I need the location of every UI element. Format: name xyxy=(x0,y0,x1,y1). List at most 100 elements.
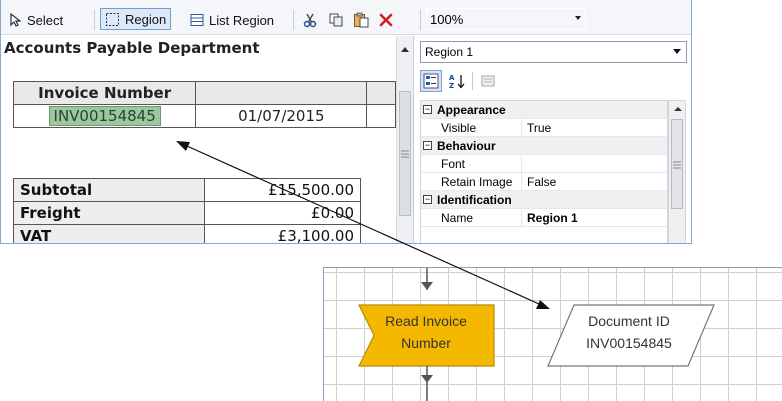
select-label: Select xyxy=(27,12,64,28)
invoice-date-cell: 01/07/2015 xyxy=(195,104,368,128)
region-label: Region xyxy=(125,11,167,27)
property-key: Retain Image xyxy=(421,173,522,190)
property-row-font[interactable]: Font xyxy=(421,155,667,173)
svg-text:A: A xyxy=(449,74,455,82)
categorized-view-button[interactable] xyxy=(420,70,442,92)
svg-text:Z: Z xyxy=(449,82,454,89)
cut-button[interactable] xyxy=(302,9,318,31)
property-value[interactable]: Region 1 xyxy=(522,211,578,225)
read-stage-label: Read Invoice Number xyxy=(366,310,486,354)
arrow-down-icon xyxy=(421,282,433,290)
property-key: Visible xyxy=(421,119,522,136)
table-row: Freight £0.00 xyxy=(13,201,361,225)
property-value[interactable]: True xyxy=(522,121,551,135)
grip-icon xyxy=(673,161,681,169)
region-icon xyxy=(106,12,119,26)
invoice-number-cell: INV00154845 xyxy=(12,104,197,128)
selected-object-label: Region 1 xyxy=(425,45,474,59)
region-editor-window: Select Region List Region 100% Accounts … xyxy=(0,0,692,244)
totals-label: Subtotal xyxy=(13,178,205,202)
zoom-dropdown[interactable]: 100% xyxy=(426,8,586,30)
zoom-value: 100% xyxy=(430,11,464,27)
sort-az-icon: A Z xyxy=(449,74,465,89)
toolbar-divider xyxy=(472,72,473,90)
region-tool-button[interactable]: Region xyxy=(100,8,172,30)
property-row-retain-image[interactable]: Retain Image False xyxy=(421,173,667,191)
property-grid-scrollbar[interactable] xyxy=(668,100,686,243)
category-appearance[interactable]: − Appearance xyxy=(421,101,667,119)
property-value[interactable]: False xyxy=(522,175,556,189)
category-label: Appearance xyxy=(437,102,506,117)
scroll-up-icon[interactable] xyxy=(401,47,409,52)
read-stage-line: Number xyxy=(401,335,451,351)
totals-table: Subtotal £15,500.00 Freight £0.00 VAT £3… xyxy=(13,178,361,243)
category-header: − Appearance xyxy=(421,101,506,118)
select-tool-button[interactable]: Select xyxy=(9,9,63,31)
category-header: − Identification xyxy=(421,191,512,208)
list-region-label: List Region xyxy=(209,12,275,28)
collapse-icon[interactable]: − xyxy=(423,195,432,204)
property-row-name[interactable]: Name Region 1 xyxy=(421,209,667,227)
scissors-icon xyxy=(303,13,317,28)
arrow-down-icon xyxy=(421,375,433,383)
scroll-up-icon[interactable] xyxy=(674,107,682,111)
invoice-number-value: INV00154845 xyxy=(53,107,156,125)
property-key: Font xyxy=(421,155,522,172)
copy-button[interactable] xyxy=(328,9,344,31)
toolbar-divider xyxy=(420,10,421,30)
invoice-blank-cell xyxy=(366,104,396,128)
grip-icon xyxy=(401,150,409,158)
property-pages-button[interactable] xyxy=(477,70,499,92)
totals-label: VAT xyxy=(13,224,205,243)
invoice-number-header: Invoice Number xyxy=(12,81,197,105)
table-row: VAT £3,100.00 xyxy=(13,224,361,243)
list-region-icon xyxy=(190,14,204,26)
totals-value: £0.00 xyxy=(204,201,361,225)
process-flowchart[interactable]: Read Invoice Number Document ID INV00154… xyxy=(323,267,782,401)
toolbar: Select Region List Region 100% xyxy=(1,0,691,35)
invoice-table: Invoice Number INV00154845 01/07/2015 xyxy=(12,81,396,128)
categorized-icon xyxy=(423,73,439,89)
object-selector-dropdown[interactable]: Region 1 xyxy=(420,41,687,63)
paste-button[interactable] xyxy=(353,9,370,31)
invoice-value-row: INV00154845 01/07/2015 xyxy=(12,104,396,128)
cursor-icon xyxy=(10,13,21,27)
read-stage-line: Read Invoice xyxy=(385,313,467,329)
category-identification[interactable]: − Identification xyxy=(421,191,667,209)
document-scrollbar[interactable] xyxy=(396,36,413,243)
property-grid: − Appearance Visible True − Behaviour Fo… xyxy=(420,100,668,243)
property-pages-icon xyxy=(481,75,495,87)
category-behaviour[interactable]: − Behaviour xyxy=(421,137,667,155)
category-label: Behaviour xyxy=(437,138,496,153)
properties-panel: Region 1 A Z − Appearance Visible True −… xyxy=(413,36,691,243)
invoice-header-blank xyxy=(195,81,368,105)
toolbar-divider xyxy=(94,10,95,30)
list-region-tool-button[interactable]: List Region xyxy=(190,9,274,31)
invoice-header-blank xyxy=(366,81,396,105)
chevron-down-icon xyxy=(673,49,681,54)
document-title: Accounts Payable Department xyxy=(4,39,260,57)
property-row-visible[interactable]: Visible True xyxy=(421,119,667,137)
table-row: Subtotal £15,500.00 xyxy=(13,178,361,202)
paste-icon xyxy=(354,12,369,28)
collapse-icon[interactable]: − xyxy=(423,141,432,150)
category-header: − Behaviour xyxy=(421,137,496,154)
alphabetical-sort-button[interactable]: A Z xyxy=(446,70,468,92)
data-item-value: INV00154845 xyxy=(586,335,672,351)
chevron-down-icon xyxy=(575,16,581,20)
invoice-header-row: Invoice Number xyxy=(12,81,396,105)
toolbar-divider xyxy=(293,10,294,30)
delete-icon xyxy=(379,13,393,27)
collapse-icon[interactable]: − xyxy=(423,105,432,114)
category-label: Identification xyxy=(437,192,512,207)
region-1-highlight[interactable]: INV00154845 xyxy=(48,106,161,126)
data-item-label: Document ID INV00154845 xyxy=(554,310,704,354)
delete-button[interactable] xyxy=(379,9,393,31)
totals-label: Freight xyxy=(13,201,205,225)
data-item-name: Document ID xyxy=(588,313,670,329)
copy-icon xyxy=(329,13,343,27)
document-preview[interactable]: Accounts Payable Department Invoice Numb… xyxy=(1,36,396,243)
totals-value: £15,500.00 xyxy=(204,178,361,202)
property-key: Name xyxy=(421,209,522,226)
totals-value: £3,100.00 xyxy=(204,224,361,243)
